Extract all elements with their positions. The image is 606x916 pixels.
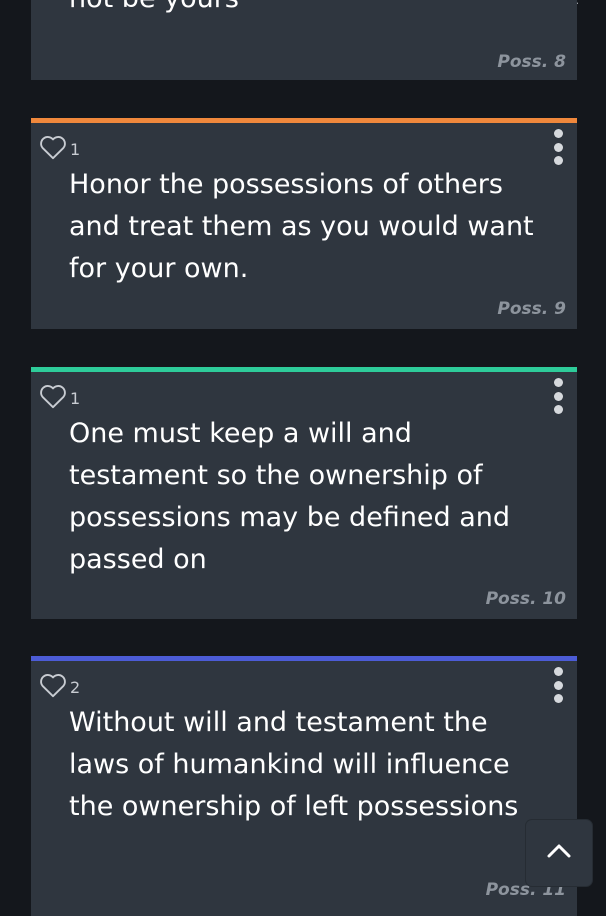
quote-reference: Poss. 10 <box>485 589 566 609</box>
like-count: 1 <box>70 140 81 159</box>
heart-outline-icon <box>38 383 68 409</box>
quote-card: 1 Honor the possessions of others and tr… <box>31 118 577 329</box>
kebab-menu-icon[interactable] <box>551 378 565 414</box>
quote-text: One must keep a will and testament so th… <box>69 418 511 575</box>
quote-text: not be yours <box>69 0 547 20</box>
kebab-menu-icon[interactable] <box>551 667 565 703</box>
like-count: 1 <box>70 389 81 408</box>
chevron-up-icon <box>546 843 572 863</box>
quote-card: 2 Without will and testament the laws of… <box>31 656 577 916</box>
scroll-to-top-button[interactable] <box>526 820 592 886</box>
quote-card-partial: not be yours Poss. 8 <box>31 0 577 80</box>
quote-reference: Poss. 8 <box>497 52 566 72</box>
like-button[interactable]: 1 <box>38 134 80 160</box>
quote-card: 1 One must keep a will and testament so … <box>31 367 577 619</box>
quote-reference: Poss. 9 <box>497 299 566 319</box>
like-button[interactable]: 1 <box>38 383 80 409</box>
heart-outline-icon <box>38 134 68 160</box>
quote-text: Without will and testament the laws of h… <box>69 707 519 822</box>
like-button[interactable]: 2 <box>38 672 80 698</box>
heart-outline-icon <box>38 672 68 698</box>
kebab-menu-icon[interactable] <box>551 129 565 165</box>
quote-text: Honor the possessions of others and trea… <box>69 169 534 284</box>
like-count: 2 <box>70 678 81 697</box>
